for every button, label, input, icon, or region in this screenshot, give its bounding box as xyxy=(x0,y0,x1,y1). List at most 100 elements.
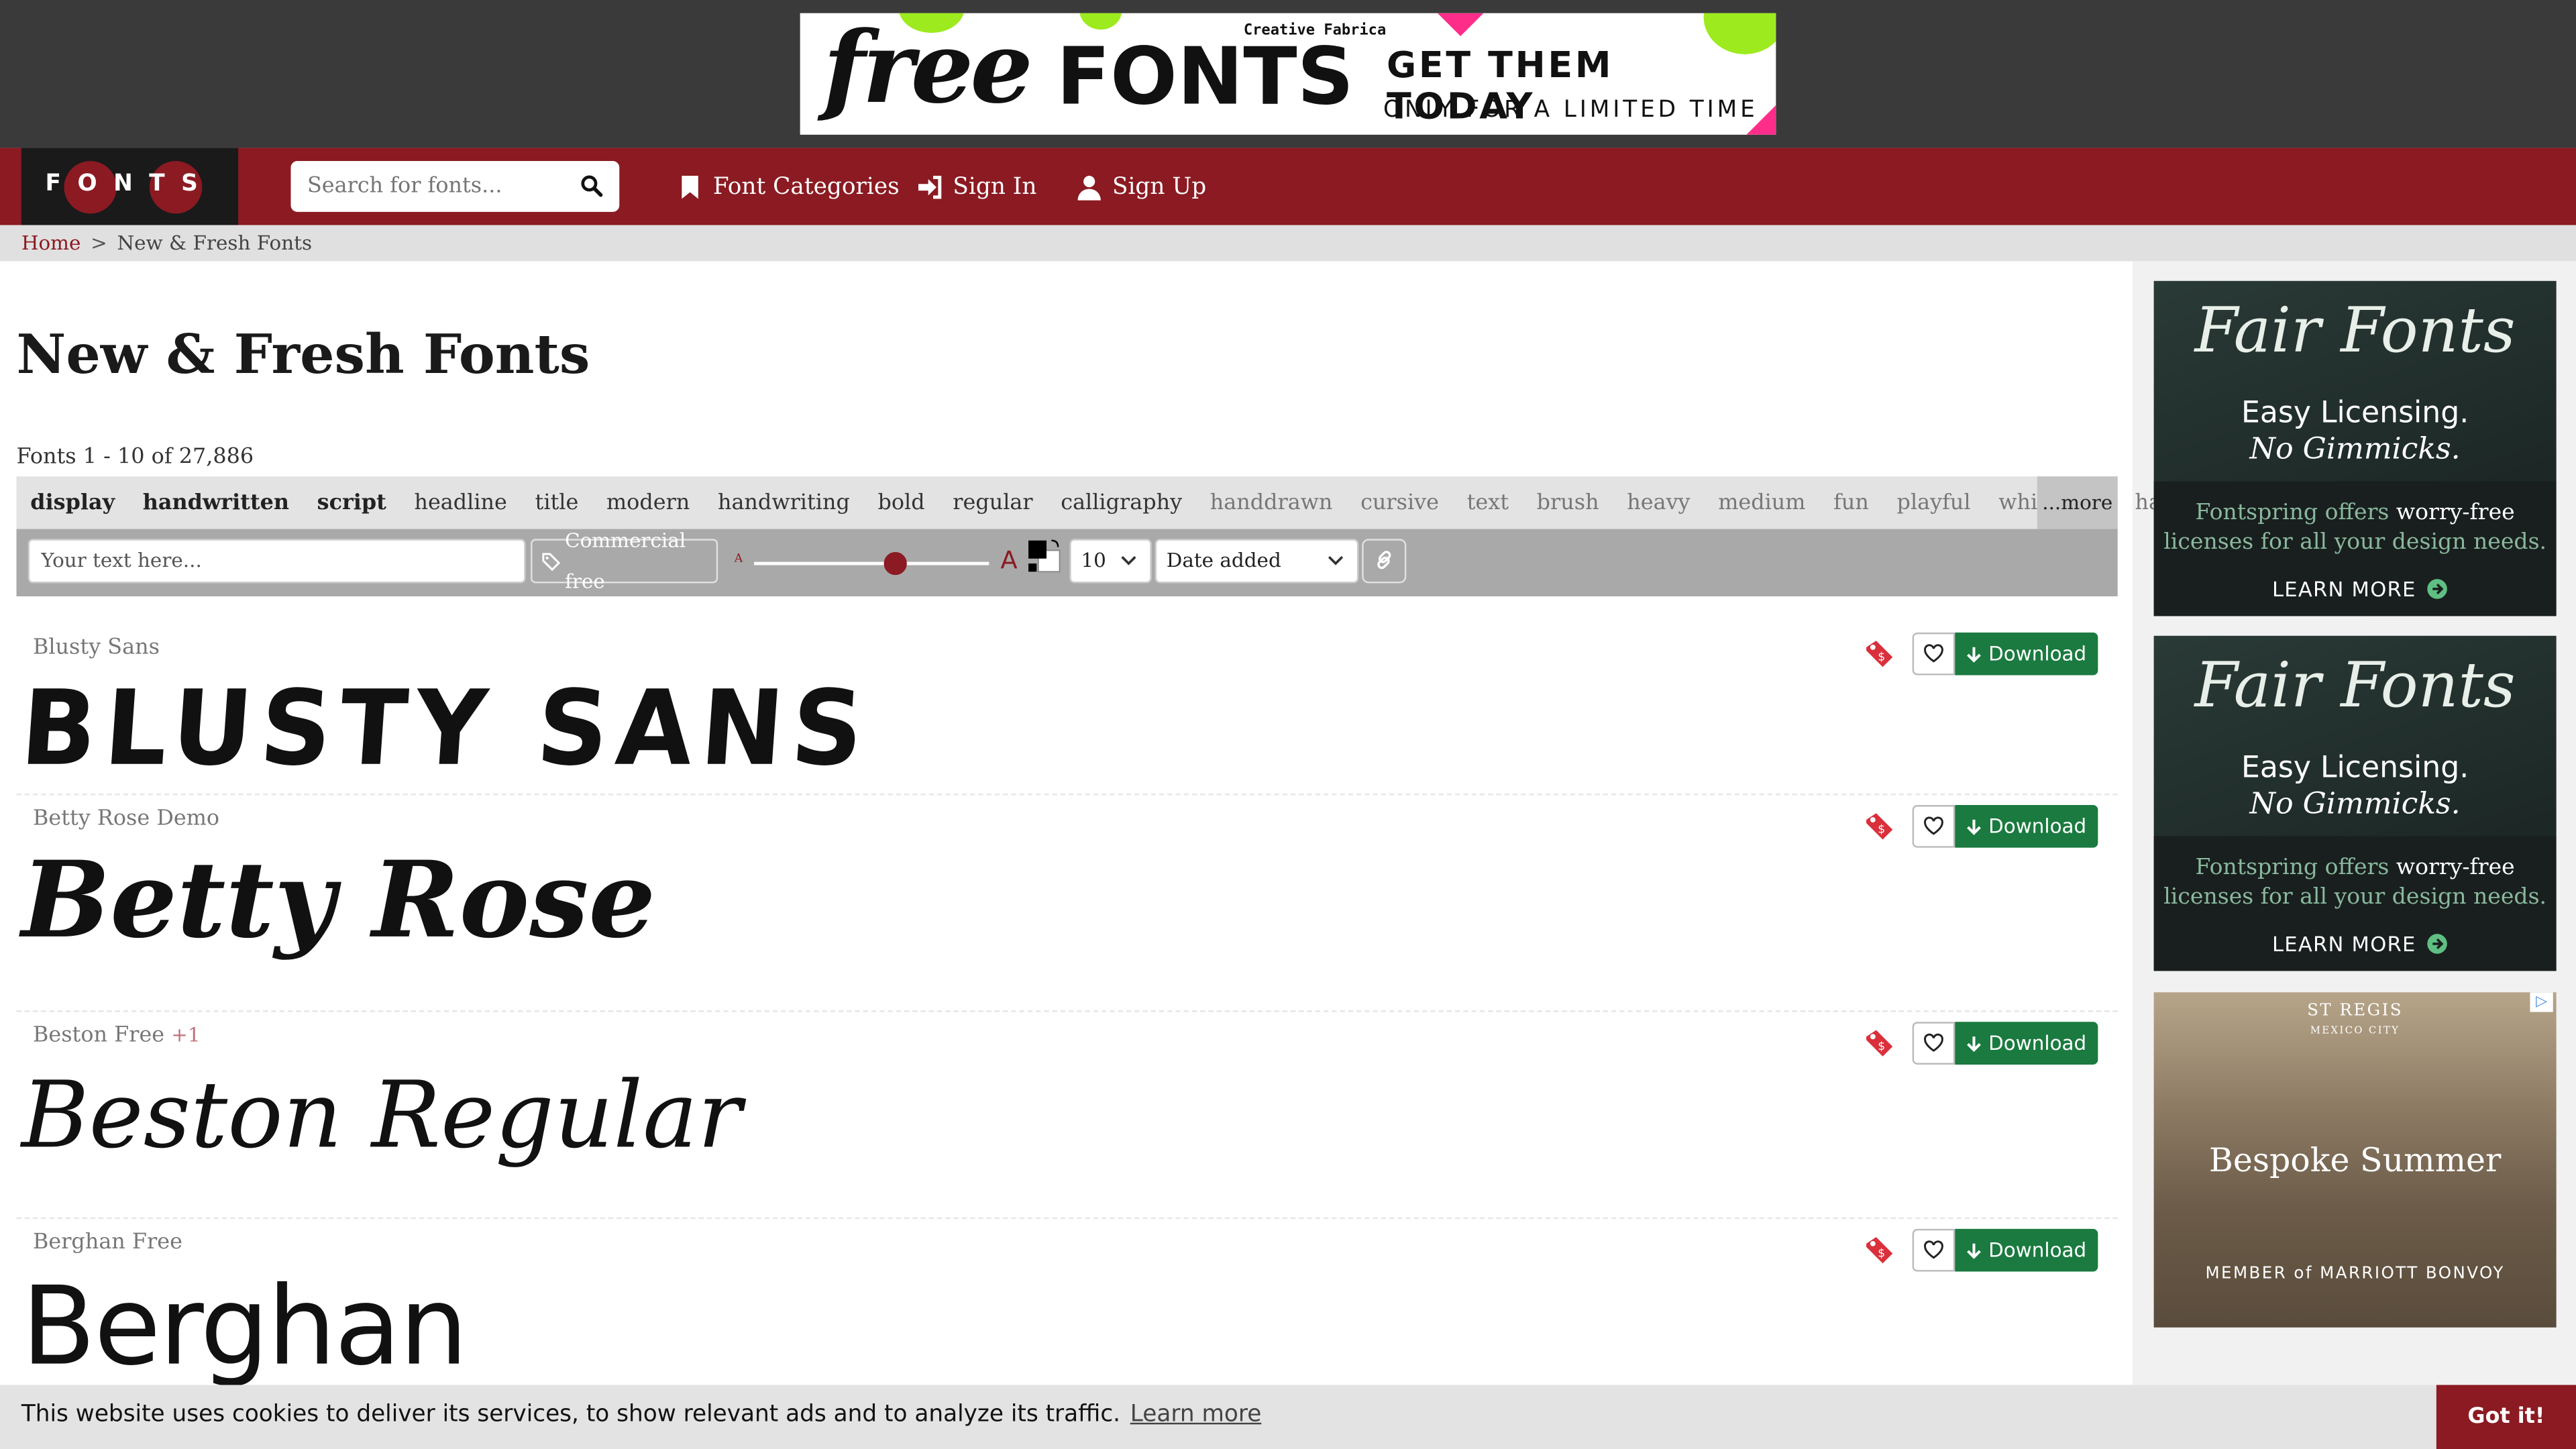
font-name-text: Beston Free xyxy=(32,1023,165,1049)
tag-handwritten[interactable]: handwritten xyxy=(129,490,303,515)
sidebar-ad-st-regis[interactable]: ▷ ST REGIS MEXICO CITY Bespoke Summer MEM… xyxy=(2153,992,2557,1328)
search-icon[interactable] xyxy=(580,174,603,197)
tag-bold[interactable]: bold xyxy=(864,490,939,515)
link-icon xyxy=(1377,551,1391,570)
ad-learn-more[interactable]: LEARN MORE xyxy=(2271,576,2447,602)
sidebar-ad-fontspring[interactable]: Fair Fonts Easy Licensing. No Gimmicks. … xyxy=(2153,635,2557,971)
search-box xyxy=(290,161,620,212)
ad-brand-logo: ST REGIS MEXICO CITY xyxy=(2154,1002,2557,1038)
top-ad-banner[interactable]: free FONTS Creative Fabrica GET THEM TOD… xyxy=(800,13,1776,135)
favorite-button[interactable] xyxy=(1913,632,1956,676)
per-page-value: 10 xyxy=(1081,548,1106,572)
font-row: Blusty Sans BLUSTY SANS $ Download xyxy=(16,625,2118,796)
ad-text-part: Fontspring offers xyxy=(2195,499,2390,526)
favorite-button[interactable] xyxy=(1913,1022,1956,1065)
font-preview[interactable]: Betty Rose xyxy=(21,839,655,963)
tag-playful[interactable]: playful xyxy=(1883,490,1985,515)
tag-medium[interactable]: medium xyxy=(1704,490,1819,515)
font-variant-count: +1 xyxy=(171,1023,201,1047)
tag-script[interactable]: script xyxy=(303,490,400,515)
sort-select[interactable]: Date added xyxy=(1155,539,1359,584)
size-slider-handle[interactable] xyxy=(883,551,907,576)
svg-text:$: $ xyxy=(1878,1246,1886,1260)
favorite-button[interactable] xyxy=(1913,805,1956,848)
font-name-text: Blusty Sans xyxy=(32,635,160,661)
commercial-tag-icon: $ xyxy=(1866,641,1894,667)
arrow-down-icon xyxy=(1967,646,1982,662)
ad-line: Easy Licensing. xyxy=(2241,751,2469,786)
font-actions: $ Download xyxy=(1864,1228,2098,1272)
font-count: Fonts 1 - 10 of 27,886 xyxy=(16,445,254,470)
download-button[interactable]: Download xyxy=(1955,1022,2098,1065)
font-row: Betty Rose Demo Betty Rose $ Download xyxy=(16,797,2118,1012)
ad-member-text: MEMBER of MARRIOTT BONVOY xyxy=(2205,1265,2505,1283)
font-name[interactable]: Blusty Sans xyxy=(33,636,160,661)
commercial-free-label: Commercial free xyxy=(565,528,686,592)
tag-title[interactable]: title xyxy=(521,490,592,515)
font-name[interactable]: Beston Free +1 xyxy=(33,1024,201,1049)
download-button[interactable]: Download xyxy=(1955,805,2098,848)
ad-cta-label: LEARN MORE xyxy=(2271,576,2416,602)
font-name[interactable]: Berghan Free xyxy=(33,1230,182,1255)
tag-headline[interactable]: headline xyxy=(400,490,521,515)
arrow-circle-right-icon xyxy=(2426,579,2447,599)
tag-calligraphy[interactable]: calligraphy xyxy=(1046,490,1195,515)
download-label: Download xyxy=(1988,642,2087,665)
size-small-label: A xyxy=(734,551,743,566)
more-tags-button[interactable]: ...more xyxy=(2037,476,2118,529)
font-actions: $ Download xyxy=(1864,805,2098,848)
tag-heavy[interactable]: heavy xyxy=(1613,490,1704,515)
ad-logo: Fair Fonts xyxy=(2194,649,2516,722)
ad-cta-label: LEARN MORE xyxy=(2271,931,2416,957)
tag-text[interactable]: text xyxy=(1453,490,1523,515)
size-slider[interactable] xyxy=(754,561,989,566)
search-input[interactable] xyxy=(307,170,570,203)
tag-brush[interactable]: brush xyxy=(1523,490,1613,515)
breadcrumb-home-link[interactable]: Home xyxy=(21,231,81,254)
cookie-accept-button[interactable]: Got it! xyxy=(2436,1385,2576,1449)
tag-handdrawn[interactable]: handdrawn xyxy=(1196,490,1346,515)
font-name-text: Betty Rose Demo xyxy=(32,806,220,832)
commercial-free-toggle[interactable]: Commercial free xyxy=(531,528,718,592)
color-swap-icon[interactable] xyxy=(1027,539,1063,575)
ad-line: No Gimmicks. xyxy=(2249,432,2461,467)
font-preview[interactable]: BLUSTY SANS xyxy=(17,669,875,790)
tag-display[interactable]: display xyxy=(16,490,128,515)
sidebar-ad-fontspring[interactable]: Fair Fonts Easy Licensing. No Gimmicks. … xyxy=(2153,280,2557,616)
nav-label: Sign Up xyxy=(1112,174,1207,201)
tag-handwriting[interactable]: handwriting xyxy=(704,490,864,515)
cookie-message-text: This website uses cookies to deliver its… xyxy=(21,1401,1121,1428)
nav-sign-up[interactable]: Sign Up xyxy=(1076,171,1206,204)
preview-toolbar: Your text here... Commercial free A A 10… xyxy=(16,528,2118,596)
cookie-learn-more-link[interactable]: Learn more xyxy=(1130,1401,1262,1428)
download-button[interactable]: Download xyxy=(1955,1228,2098,1272)
font-name-text: Berghan Free xyxy=(32,1230,182,1256)
share-link-button[interactable] xyxy=(1362,539,1407,584)
heart-icon xyxy=(1924,644,1944,663)
font-name[interactable]: Betty Rose Demo xyxy=(33,806,219,831)
chevron-down-icon xyxy=(1121,555,1136,566)
nav-sign-in[interactable]: Sign In xyxy=(917,171,1036,204)
ad-learn-more[interactable]: LEARN MORE xyxy=(2271,931,2447,957)
download-button[interactable]: Download xyxy=(1955,632,2098,676)
font-preview[interactable]: Berghan xyxy=(21,1263,468,1390)
tag-regular[interactable]: regular xyxy=(938,490,1046,515)
per-page-select[interactable]: 10 xyxy=(1069,539,1152,584)
tag-modern[interactable]: modern xyxy=(592,490,704,515)
ad-text: Fontspring offers worry-free licenses for… xyxy=(2154,498,2557,557)
ad-subline: ONLY FOR A LIMITED TIME xyxy=(1383,97,1758,123)
preview-text-input[interactable]: Your text here... xyxy=(28,539,526,584)
favorite-button[interactable] xyxy=(1913,1228,1956,1272)
ad-brand-text: ST REGIS xyxy=(2307,1002,2404,1020)
download-label: Download xyxy=(1988,1238,2087,1262)
sort-value: Date added xyxy=(1166,548,1281,572)
heart-icon xyxy=(1924,816,1944,835)
tag-fun[interactable]: fun xyxy=(1819,490,1882,515)
nav-font-categories[interactable]: Font Categories xyxy=(677,171,900,204)
tag-cursive[interactable]: cursive xyxy=(1346,490,1453,515)
font-preview[interactable]: Beston Regular xyxy=(21,1063,742,1170)
site-logo[interactable]: FONTS xyxy=(21,148,239,225)
ad-fonts-word: FONTS xyxy=(1056,31,1354,123)
heart-icon xyxy=(1924,1240,1944,1259)
arrow-down-icon xyxy=(1967,1035,1982,1051)
